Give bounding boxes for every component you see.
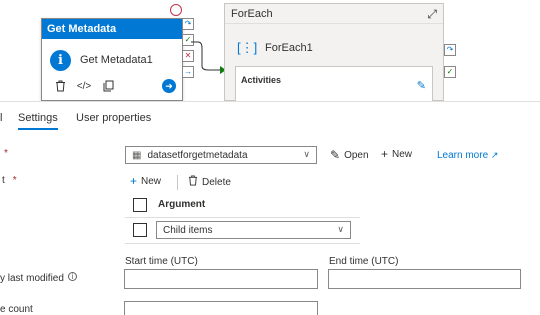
delete-label: Delete	[202, 176, 231, 188]
dataset-select[interactable]: ▦ datasetforgetmetadata ∨	[125, 146, 317, 164]
copy-icon[interactable]	[100, 78, 116, 94]
count-input[interactable]	[124, 301, 318, 315]
tab-settings[interactable]: Settings	[18, 112, 58, 124]
select-all-checkbox[interactable]	[133, 198, 147, 212]
command-separator	[177, 175, 178, 190]
tab-bar: l Settings User properties	[0, 102, 540, 132]
go-arrow-icon[interactable]: ➜	[162, 79, 176, 93]
filter-last-modified-label: y last modified i	[0, 272, 77, 284]
end-time-input[interactable]	[328, 269, 521, 289]
foreach-activities-box[interactable]: Activities ✎	[235, 66, 433, 101]
argument-column-header: Argument	[158, 199, 206, 210]
table-divider	[125, 243, 360, 244]
trash-icon	[188, 175, 198, 189]
active-tab-indicator	[18, 128, 58, 130]
tab-user-properties[interactable]: User properties	[76, 112, 151, 124]
foreach-outputs: ↷ ✓	[444, 44, 456, 88]
end-time-label: End time (UTC)	[329, 256, 399, 267]
new-dataset-button[interactable]: + New	[381, 147, 412, 161]
tab-general[interactable]: l	[0, 112, 2, 124]
code-icon[interactable]: </>	[76, 78, 92, 94]
argument-selected-value: Child items	[163, 224, 213, 236]
foreach-name: ForEach1	[265, 42, 313, 54]
new-argument-button[interactable]: + New	[130, 174, 161, 188]
pencil-icon: ✎	[330, 148, 341, 162]
properties-panel: l Settings User properties * ▦ datasetfo…	[0, 101, 540, 315]
edit-pencil-icon[interactable]: ✎	[417, 79, 426, 92]
activity-name: Get Metadata1	[80, 54, 153, 66]
foreach-title: ForEach	[225, 4, 443, 24]
foreach-icon: [⋮]	[237, 40, 258, 55]
info-icon: i	[50, 49, 71, 71]
chevron-down-icon: ∨	[337, 224, 344, 234]
skip-output-icon[interactable]: ↷	[444, 44, 456, 56]
activities-label: Activities	[241, 75, 282, 85]
expand-icon[interactable]: ⤢	[427, 7, 437, 22]
chevron-down-icon: ∨	[303, 149, 310, 159]
learn-more-link[interactable]: Learn more ↗	[437, 150, 498, 161]
foreach-activity[interactable]: ForEach ⤢ [⋮] ForEach1 Activities ✎	[224, 3, 444, 101]
plus-icon: +	[130, 174, 138, 188]
new-argument-label: New	[141, 175, 162, 187]
dataset-required-mark: *	[4, 148, 8, 159]
open-label: Open	[344, 149, 369, 161]
success-output-icon[interactable]: ✓	[444, 66, 456, 78]
new-label: New	[392, 148, 413, 160]
dataset-selected-value: datasetforgetmetadata	[147, 149, 248, 161]
skip-output-icon[interactable]: ↷	[182, 18, 194, 30]
row-checkbox[interactable]	[133, 223, 147, 237]
open-dataset-button[interactable]: ✎ Open	[330, 148, 369, 162]
dataset-icon: ▦	[132, 149, 142, 161]
start-time-input[interactable]	[124, 269, 318, 289]
activity-type-label: Get Metadata	[42, 19, 182, 39]
external-link-icon: ↗	[490, 150, 499, 160]
count-label: e count	[0, 304, 33, 315]
start-time-label: Start time (UTC)	[125, 256, 198, 267]
info-icon: i	[67, 272, 77, 281]
delete-icon[interactable]	[52, 78, 68, 94]
table-divider	[125, 217, 360, 218]
argument-select[interactable]: Child items ∨	[156, 221, 351, 239]
delete-argument-button[interactable]: Delete	[188, 175, 231, 189]
pipeline-canvas[interactable]: Get Metadata i Get Metadata1 </> ➜ ↷ ✓ ✕…	[0, 0, 540, 101]
app-root: Get Metadata i Get Metadata1 </> ➜ ↷ ✓ ✕…	[0, 0, 540, 315]
success-connector	[191, 41, 226, 74]
get-metadata-activity[interactable]: Get Metadata i Get Metadata1 </> ➜	[41, 18, 183, 101]
plus-icon: +	[381, 147, 389, 161]
field-list-label: t *	[2, 175, 17, 186]
run-indicator-icon	[170, 4, 182, 16]
